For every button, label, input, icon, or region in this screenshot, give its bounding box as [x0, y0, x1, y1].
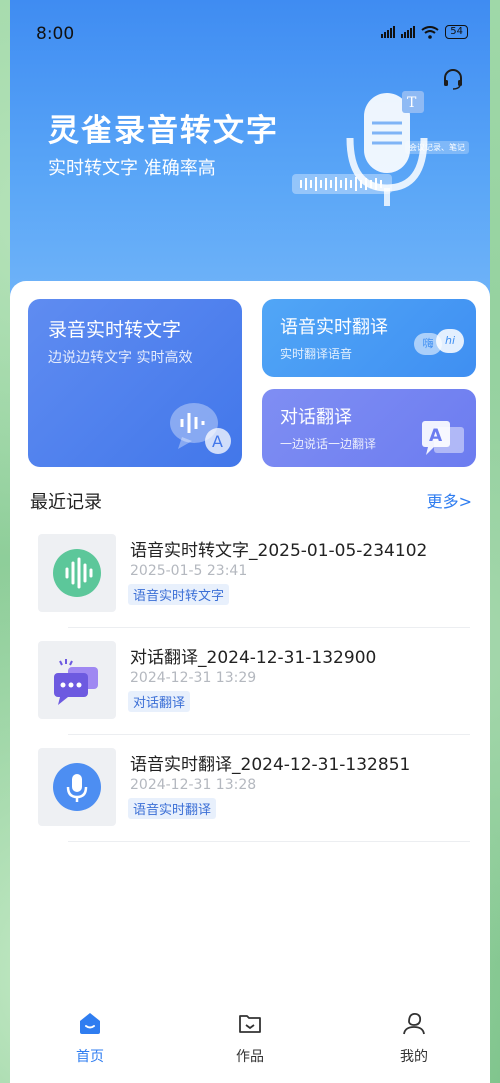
list-item[interactable]: 对话翻译_2024-12-31-132900 2024-12-31 13:29 … — [38, 641, 470, 749]
wifi-icon — [421, 25, 439, 39]
recent-records-heading: 最近记录 — [30, 492, 102, 513]
tab-label: 作品 — [236, 1049, 264, 1065]
record-date: 2024-12-31 13:28 — [130, 777, 257, 793]
record-thumbnail — [38, 641, 116, 719]
record-title: 对话翻译_2024-12-31-132900 — [130, 648, 377, 668]
record-thumbnail — [38, 748, 116, 826]
record-title: 语音实时翻译_2024-12-31-132851 — [130, 755, 411, 775]
status-bar: 8:00 54 — [10, 0, 490, 64]
bottom-tab-bar: 首页 作品 我的 — [10, 1002, 490, 1083]
headset-icon[interactable] — [442, 68, 464, 90]
record-tag: 对话翻译 — [128, 691, 191, 712]
tab-label: 我的 — [400, 1049, 428, 1065]
chat-bubbles-icon — [54, 659, 98, 705]
record-tag: 语音实时翻译 — [128, 798, 217, 819]
translate-icon: A — [422, 421, 464, 455]
card-title: 对话翻译 — [280, 407, 352, 428]
realtime-transcribe-card[interactable]: 录音实时转文字 边说边转文字 实时高效 A — [28, 299, 242, 467]
record-date: 2024-12-31 13:29 — [130, 670, 257, 686]
battery-indicator: 54 — [445, 25, 468, 39]
app-slogan: 实时转文字 准确率高 — [48, 158, 216, 179]
tab-label: 首页 — [76, 1049, 104, 1065]
status-time: 8:00 — [36, 24, 75, 44]
system-icons: 54 — [381, 25, 468, 39]
list-item[interactable]: 语音实时翻译_2024-12-31-132851 2024-12-31 13:2… — [38, 748, 470, 856]
card-subtitle: 边说边转文字 实时高效 — [48, 350, 193, 366]
microphone-icon — [53, 763, 101, 811]
record-tag: 语音实时转文字 — [128, 584, 230, 605]
speech-bubbles-icon: 嗨 hi — [414, 329, 466, 361]
folder-icon — [239, 1015, 261, 1033]
list-item[interactable]: 语音实时转文字_2025-01-05-234102 2025-01-5 23:4… — [38, 534, 470, 642]
divider — [68, 841, 470, 842]
tab-home[interactable]: 首页 — [50, 1010, 130, 1066]
voice-to-text-icon: A — [170, 403, 231, 454]
waveform-icon — [53, 549, 101, 597]
more-link[interactable]: 更多> — [427, 488, 472, 512]
card-subtitle: 一边说话一边翻译 — [280, 437, 377, 451]
svg-text:T: T — [407, 95, 417, 111]
bubble-right-label: hi — [436, 329, 464, 353]
dialogue-translate-card[interactable]: 对话翻译 一边说话一边翻译 A — [262, 389, 476, 467]
home-icon — [80, 1013, 100, 1034]
voice-translate-card[interactable]: 语音实时翻译 实时翻译语音 嗨 hi — [262, 299, 476, 377]
tab-works[interactable]: 作品 — [210, 1010, 290, 1066]
app-screen: 8:00 54 灵雀录音转文字 实时转文字 准确率高 T 会议记录、笔记 录音实… — [10, 0, 490, 1083]
card-title: 语音实时翻译 — [280, 317, 388, 338]
svg-text:A: A — [429, 426, 443, 446]
signal-icon — [401, 26, 416, 38]
record-date: 2025-01-5 23:41 — [130, 563, 248, 579]
record-thumbnail — [38, 534, 116, 612]
hero-banner: 8:00 54 灵雀录音转文字 实时转文字 准确率高 T 会议记录、笔记 — [10, 0, 490, 300]
app-title: 灵雀录音转文字 — [48, 113, 279, 149]
signal-icon — [381, 26, 396, 38]
card-subtitle: 实时翻译语音 — [280, 347, 353, 361]
svg-text:A: A — [212, 432, 223, 451]
tab-mine[interactable]: 我的 — [374, 1010, 454, 1066]
profile-icon — [403, 1013, 425, 1035]
record-title: 语音实时转文字_2025-01-05-234102 — [130, 541, 428, 561]
divider — [68, 734, 470, 735]
divider — [68, 627, 470, 628]
card-title: 录音实时转文字 — [48, 319, 182, 341]
main-content: 录音实时转文字 边说边转文字 实时高效 A 语音实时翻译 实时翻译语音 嗨 hi — [10, 281, 490, 1083]
illustration-note: 会议记录、笔记 — [405, 141, 469, 154]
